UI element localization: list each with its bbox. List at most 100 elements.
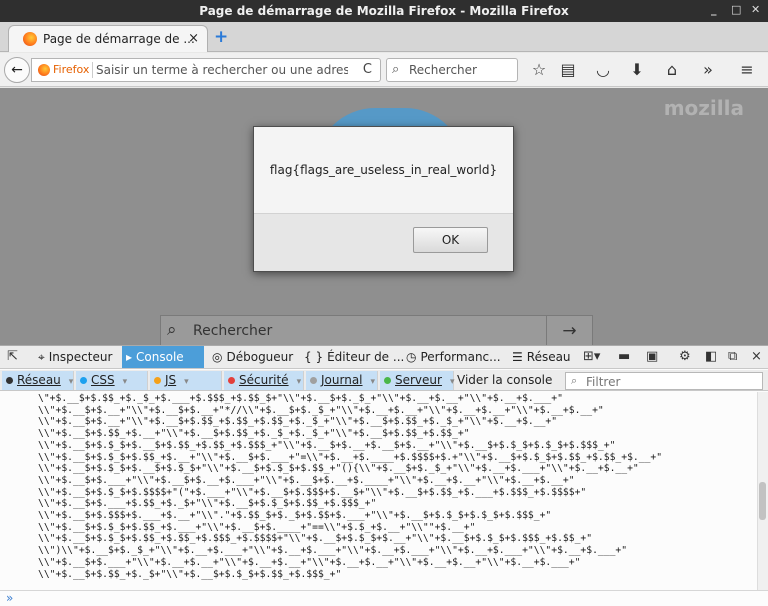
console-output-line: \\"+$.__$+$.___+"\\"+$.__$+$.__+$.___+"\… [38,474,575,486]
filter-securite-button[interactable]: Sécurité ▾ [224,371,304,390]
performance-icon: ◷ [406,350,417,364]
tab-label: Réseau [526,350,571,364]
undock-icon[interactable]: ⧉ [728,349,737,364]
prompt-chevron-icon: » [6,591,14,605]
console-scroll-thumb[interactable] [759,482,766,520]
console-output-line: \\"+$.__$+$.__+"\\"+$.__$+$.__+"*//\\"+$… [38,404,604,416]
tab-start-page[interactable]: Page de démarrage de ... × [8,25,208,52]
home-search-placeholder: Rechercher [193,323,273,339]
window-title: Page de démarrage de Mozilla Firefox - M… [199,4,569,18]
close-devtools-icon[interactable]: × [751,349,762,364]
window-titlebar: Page de démarrage de Mozilla Firefox - M… [0,0,768,22]
firefox-favicon-icon [23,32,37,46]
download-icon[interactable]: ⬇ [626,60,648,79]
filter-serveur-button[interactable]: Serveur ▾ [380,371,455,390]
reload-icon[interactable]: C [363,62,372,77]
filter-label: Serveur [395,373,442,387]
console-log-message: \"+$.__$+$.$$_+$._$_+$.___+$.$$$_+$.$$_$… [38,393,662,580]
filter-dot-icon [310,377,317,384]
maximize-button[interactable]: □ [731,3,741,16]
devtools-tabbar: ⇱ ⌖ Inspecteur ▸ Console ◎ Débogueur { } Édi… [0,346,768,369]
filter-label: Journal [321,373,363,387]
console-output-line: \\"+$.__$+$.$_$+$.__$+$.$_$+"\\"+$.__$+$… [38,463,639,475]
tab-label: Éditeur de ... [327,350,405,364]
home-icon[interactable]: ⌂ [661,60,683,79]
tab-editeur[interactable]: { } Éditeur de ... [300,346,404,368]
home-search-box[interactable]: ⌕ Rechercher → [160,315,593,345]
menu-icon[interactable]: ≡ [736,60,758,79]
console-icon: ▸ [126,350,133,364]
console-output-line: \\"+$.__$+$.___+"\\"+$.__+$.__+"\\"+$.__… [38,556,581,568]
console-output-line: \\"+$.__$+$.__+"\\"+$.__$+$.$$_+$.$$_+$.… [38,416,558,428]
filter-reseau-button[interactable]: Réseau ▾ [2,371,74,390]
url-bar[interactable]: Firefox C [31,58,381,82]
search-bar[interactable]: ⌕ [386,58,518,82]
inspector-icon: ⌖ [38,350,45,364]
firefox-identity-icon [38,64,50,76]
search-go-button[interactable]: → [546,316,592,345]
alert-message: flag{flags_are_useless_in_real_world} [269,163,498,177]
console-output-line: \\"+$.__$+$.$$_+$._$+"\\"+$.__$+$.$_$+$.… [38,568,342,580]
tab-inspecteur[interactable]: ⌖ Inspecteur [34,346,122,368]
tab-console[interactable]: ▸ Console [122,346,204,368]
console-filter-field[interactable]: ⌕ [565,372,763,390]
search-icon: ⌕ [571,374,578,387]
alert-dialog: flag{flags_are_useless_in_real_world} OK [253,126,514,272]
tab-reseau[interactable]: ☰ Réseau [508,346,576,368]
console-output-line: \"+$.__$+$.$$_+$._$_+$.___+$.$$$_+$.$$_$… [38,393,563,404]
star-icon[interactable]: ☆ [528,60,550,79]
mozilla-wordmark: mozilla [663,96,744,120]
debugger-icon: ◎ [212,350,223,364]
ok-button[interactable]: OK [413,227,488,253]
search-input[interactable] [409,61,513,79]
tab-close-icon[interactable]: × [188,31,199,46]
filter-label: Sécurité [239,373,289,387]
tab-label: Inspecteur [48,350,113,364]
console-output-line: \\"+$.__$+$.$_$+$.__$+$.$$_+$.$$_+$.$$$_… [38,439,616,451]
filter-js-button[interactable]: JS ▾ [150,371,222,390]
gear-icon[interactable]: ⚙ [679,349,691,364]
filter-dot-icon [80,377,87,384]
overflow-icon[interactable]: » [697,60,719,79]
network-icon: ☰ [512,350,523,364]
close-window-button[interactable]: ✕ [751,3,760,16]
responsive-mode-icon[interactable]: ▣ [646,349,658,364]
tab-debogueur[interactable]: ◎ Débogueur [208,346,296,368]
console-output-line: \\"+$.__$+$.$_$+$.$$$$+"("+$.___+"\\"+$.… [38,486,587,498]
console-output-line: \\"+$.__$+$.$_$+$.$$_+$.$$_+$.$$$_+$.$$$… [38,533,593,545]
tab-label: Débogueur [226,350,294,364]
console-output: \"+$.__$+$.$$_+$._$_+$.___+$.$$$_+$.$$_$… [0,392,768,590]
style-editor-icon: { } [304,350,324,364]
console-output-line: \\"+$.__$+$.$_$+$.$$_+$.__+"\\"+$.__$+$.… [38,451,663,463]
tab-performance[interactable]: ◷ Performanc... [402,346,502,368]
search-icon: ⌕ [167,320,177,340]
clear-console-button[interactable]: Vider la console [457,371,552,390]
console-output-line: \\"+$.__$+$.___+$.$$_+$._$+"\\"+$.__$+$.… [38,498,377,510]
search-icon: ⌕ [392,62,400,77]
console-filter-bar: Réseau ▾ CSS ▾ JS ▾ Sécurité ▾ Journal ▾ Serv… [0,370,768,391]
filter-journal-button[interactable]: Journal ▾ [306,371,378,390]
console-output-line: \\"+$.__$+$.$$$+$.___+$.__+"\\"."+$.$$_$… [38,510,552,522]
console-input-line[interactable]: » [0,590,768,606]
new-tab-button[interactable]: + [214,27,228,47]
tab-label: Page de démarrage de ... [43,32,195,46]
filter-css-button[interactable]: CSS ▾ [76,371,148,390]
filter-label: JS [165,373,177,387]
filter-label: CSS [91,373,115,387]
split-console-icon[interactable]: ▬ [618,349,630,364]
nav-toolbar: ← Firefox C ⌕ ☆ ▤ ◡ ⬇ ⌂ » ≡ [0,53,768,87]
back-button[interactable]: ← [4,57,30,83]
tab-strip: Page de démarrage de ... × [0,22,768,52]
console-output-line: \\")\\"+$.__$+$._$_+"\\"+$.__+$.___+"\\"… [38,545,628,557]
dock-side-icon[interactable]: ◧ [705,349,717,364]
console-filter-input[interactable] [586,374,756,389]
url-separator [92,62,93,78]
pick-element-icon[interactable]: ⇱ [7,349,18,364]
filter-dot-icon [384,377,391,384]
tools-dropdown-icon[interactable]: ⊞▾ [583,349,600,364]
pocket-icon[interactable]: ◡ [592,60,614,79]
tab-label: Performanc... [420,350,501,364]
reading-list-icon[interactable]: ▤ [557,60,579,79]
minimize-button[interactable]: _ [711,3,717,16]
url-input[interactable] [96,61,348,79]
